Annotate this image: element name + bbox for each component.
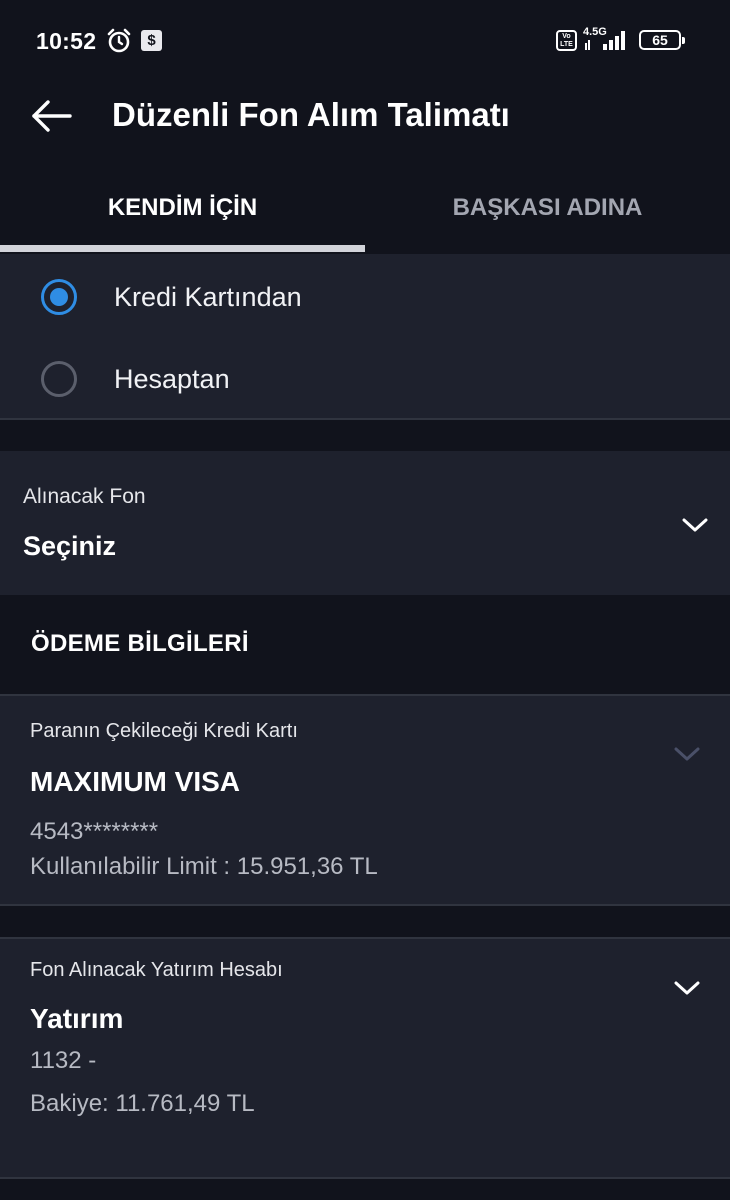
volte-icon: Vo LTE bbox=[556, 30, 577, 51]
back-button[interactable] bbox=[26, 94, 78, 138]
section-heading-odeme-bilgileri: ÖDEME BİLGİLERİ bbox=[31, 630, 249, 657]
credit-card-label: Paranın Çekileceği Kredi Kartı bbox=[30, 720, 298, 742]
chevron-down-icon bbox=[674, 981, 700, 995]
fund-dropdown-label: Alınacak Fon bbox=[23, 485, 146, 508]
credit-card-name: MAXIMUM VISA bbox=[30, 766, 240, 797]
back-arrow-icon bbox=[32, 100, 72, 132]
status-bar: 10:52 $ Vo LTE 4.5G 65 bbox=[0, 0, 730, 80]
investment-account-number: 1132 - bbox=[30, 1047, 97, 1074]
payment-source-group: Kredi Kartından Hesaptan bbox=[0, 254, 730, 420]
battery-icon: 65 bbox=[639, 30, 685, 50]
investment-account-label: Fon Alınacak Yatırım Hesabı bbox=[30, 959, 283, 981]
tab-kendim-icin[interactable]: KENDİM İÇİN bbox=[0, 160, 365, 252]
fund-dropdown-value: Seçiniz bbox=[23, 531, 117, 561]
investment-account-balance: Bakiye: 11.761,49 TL bbox=[30, 1090, 255, 1117]
radio-label: Kredi Kartından bbox=[114, 282, 302, 312]
chevron-down-icon bbox=[674, 747, 700, 761]
tab-baskasi-adina[interactable]: BAŞKASI ADINA bbox=[365, 160, 730, 252]
radio-label: Hesaptan bbox=[114, 364, 230, 394]
alarm-icon bbox=[107, 28, 131, 53]
tab-indicator bbox=[0, 245, 365, 252]
chevron-down-icon bbox=[682, 518, 708, 532]
credit-card-number: 4543******** bbox=[30, 818, 159, 845]
credit-card-limit: Kullanılabilir Limit : 15.951,36 TL bbox=[30, 853, 378, 880]
tab-bar: KENDİM İÇİN BAŞKASI ADINA bbox=[0, 160, 730, 252]
page-title: Düzenli Fon Alım Talimatı bbox=[112, 96, 510, 133]
radio-unchecked-icon bbox=[41, 361, 77, 397]
app-header: Düzenli Fon Alım Talimatı bbox=[0, 80, 730, 160]
radio-hesaptan[interactable]: Hesaptan bbox=[0, 336, 730, 418]
investment-account-name: Yatırım bbox=[30, 1003, 124, 1034]
fund-dropdown[interactable]: Alınacak Fon Seçiniz bbox=[0, 451, 730, 595]
radio-kredi-kartindan[interactable]: Kredi Kartından bbox=[0, 254, 730, 336]
credit-card-selector[interactable]: Paranın Çekileceği Kredi Kartı MAXIMUM V… bbox=[0, 694, 730, 906]
status-time: 10:52 bbox=[36, 28, 97, 54]
investment-account-selector[interactable]: Fon Alınacak Yatırım Hesabı Yatırım 1132… bbox=[0, 937, 730, 1179]
dollar-notification-icon: $ bbox=[141, 30, 162, 51]
signal-icon bbox=[585, 31, 625, 50]
radio-checked-icon bbox=[41, 279, 77, 315]
